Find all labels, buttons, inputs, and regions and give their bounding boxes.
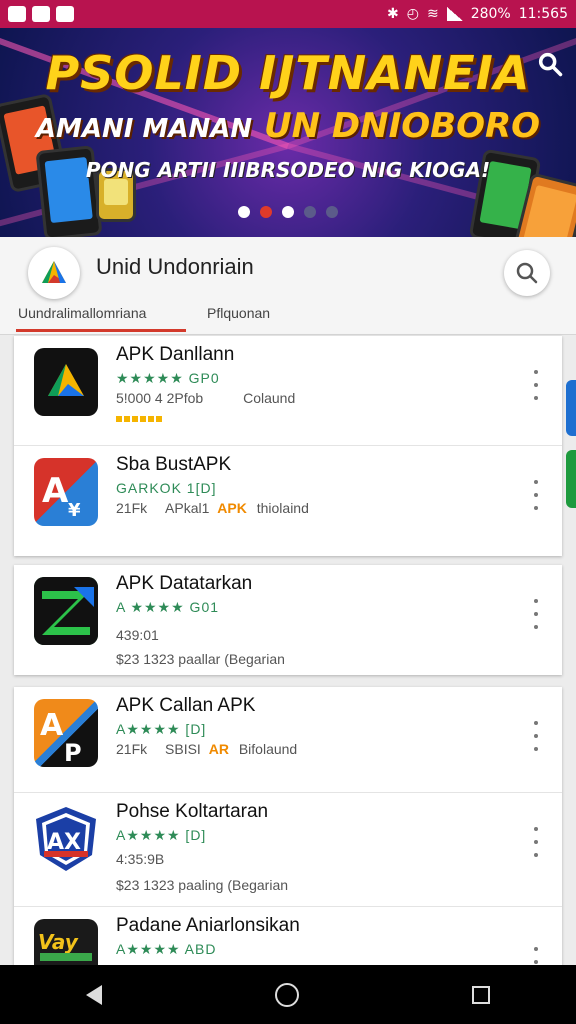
carousel-dot[interactable] [238, 206, 250, 218]
svg-text:A: A [40, 708, 64, 743]
list-item[interactable]: AX Pohse Koltartaran A★★★★ [D] 4:35:9B $… [14, 793, 562, 907]
signal-icon [446, 7, 463, 21]
carousel-dot[interactable] [260, 206, 272, 218]
list-item[interactable]: APK Danllann ★★★★★ GP0 5!000 4 2Pfob Col… [14, 336, 562, 446]
app-meta: 21Fk SBISI AR Bifolaund [116, 741, 298, 757]
notification-icon [32, 6, 50, 22]
svg-text:P: P [64, 739, 82, 767]
home-icon[interactable] [274, 982, 299, 1007]
app-logo[interactable] [28, 247, 80, 299]
banner-tagline: PONG ARTII IIIBRSODEO NIG KIOGA! [85, 158, 491, 182]
back-icon[interactable] [86, 984, 103, 1005]
bluetooth-icon: ✱ [387, 6, 399, 22]
notification-icon [8, 6, 26, 22]
svg-text:A: A [42, 471, 69, 511]
app-rating: A★★★★ [D] [116, 721, 207, 737]
app-meta: 439:01 [116, 627, 159, 643]
app-header: Unid Undonriain Uundralimallomriana Pflq… [0, 237, 576, 335]
app-icon [34, 348, 98, 416]
status-bar: ✱ ◴ ≋ 280% 11:565 [0, 0, 576, 28]
app-list-card: A P APK Callan APK A★★★★ [D] 21Fk SBISI … [14, 687, 562, 977]
app-list-card: APK Danllann ★★★★★ GP0 5!000 4 2Pfob Col… [14, 336, 562, 556]
svg-text:Vay: Vay [38, 930, 79, 954]
list-item[interactable]: A ¥ Sba BustAPK GARKOK 1[D] 21Fk APkal1 … [14, 446, 562, 556]
app-meta: $23 1323 paallar (Begarian [116, 651, 285, 667]
rating-bar [116, 416, 164, 422]
overflow-menu-icon[interactable] [528, 721, 544, 751]
banner-headline: PSOLID IJTNANEIA [45, 46, 531, 100]
carousel-dot[interactable] [282, 206, 294, 218]
svg-text:¥: ¥ [68, 500, 81, 521]
tab-secondary[interactable]: Pflquonan [207, 305, 270, 321]
app-meta: $23 1323 paaling (Begarian [116, 877, 289, 893]
app-rating: A★★★★ ABD [116, 941, 217, 957]
app-icon: A P [34, 699, 98, 767]
overflow-menu-icon[interactable] [528, 480, 544, 510]
battery-text: 280% [470, 6, 511, 22]
list-item[interactable]: APK Datatarkan A ★★★★ G01 439:01 $23 132… [14, 565, 562, 675]
list-item[interactable]: A P APK Callan APK A★★★★ [D] 21Fk SBISI … [14, 687, 562, 793]
app-icon: A ¥ [34, 458, 98, 526]
app-meta: 4:35:9B [116, 851, 165, 867]
app-rating: A★★★★ [D] [116, 827, 207, 843]
alarm-icon: ◴ [406, 6, 419, 22]
app-meta: 5!000 4 2Pfob Colaund [116, 390, 296, 406]
notification-icon [56, 6, 74, 22]
app-name: APK Danllann [116, 344, 235, 365]
app-icon [34, 577, 98, 645]
search-icon [516, 262, 538, 284]
app-name: APK Callan APK [116, 695, 256, 716]
app-name: Sba BustAPK [116, 454, 232, 475]
carousel-indicator [0, 206, 576, 218]
carousel-dot[interactable] [326, 206, 338, 218]
app-rating: ★★★★★ GP0 [116, 370, 220, 386]
edge-accent [566, 380, 576, 436]
wifi-icon: ≋ [426, 6, 439, 22]
app-rating: GARKOK 1[D] [116, 480, 217, 496]
tab-primary[interactable]: Uundralimallomriana [18, 305, 146, 321]
page-title: Unid Undonriain [96, 254, 254, 279]
app-rating: A ★★★★ G01 [116, 599, 220, 615]
app-name: Padane Aniarlonsikan [116, 915, 300, 936]
banner-subheadline: AMANI MANAN UN DNIOBORO [35, 106, 541, 146]
search-icon[interactable] [536, 50, 564, 78]
app-icon: AX [34, 805, 98, 873]
app-name: APK Datatarkan [116, 573, 253, 594]
system-nav-bar [0, 965, 576, 1024]
play-triangle-icon [42, 261, 66, 283]
edge-accent [566, 450, 576, 508]
carousel-dot[interactable] [304, 206, 316, 218]
overflow-menu-icon[interactable] [528, 370, 544, 400]
recent-apps-icon[interactable] [471, 985, 490, 1004]
app-meta: 21Fk APkal1 APK thiolaind [116, 500, 309, 516]
search-button[interactable] [504, 250, 550, 296]
overflow-menu-icon[interactable] [528, 599, 544, 629]
app-list-card: APK Datatarkan A ★★★★ G01 439:01 $23 132… [14, 565, 562, 675]
active-tab-indicator [16, 329, 186, 332]
clock: 11:565 [518, 6, 568, 22]
overflow-menu-icon[interactable] [528, 827, 544, 857]
app-name: Pohse Koltartaran [116, 801, 269, 822]
promo-banner[interactable]: PSOLID IJTNANEIA AMANI MANAN UN DNIOBORO… [0, 28, 576, 237]
